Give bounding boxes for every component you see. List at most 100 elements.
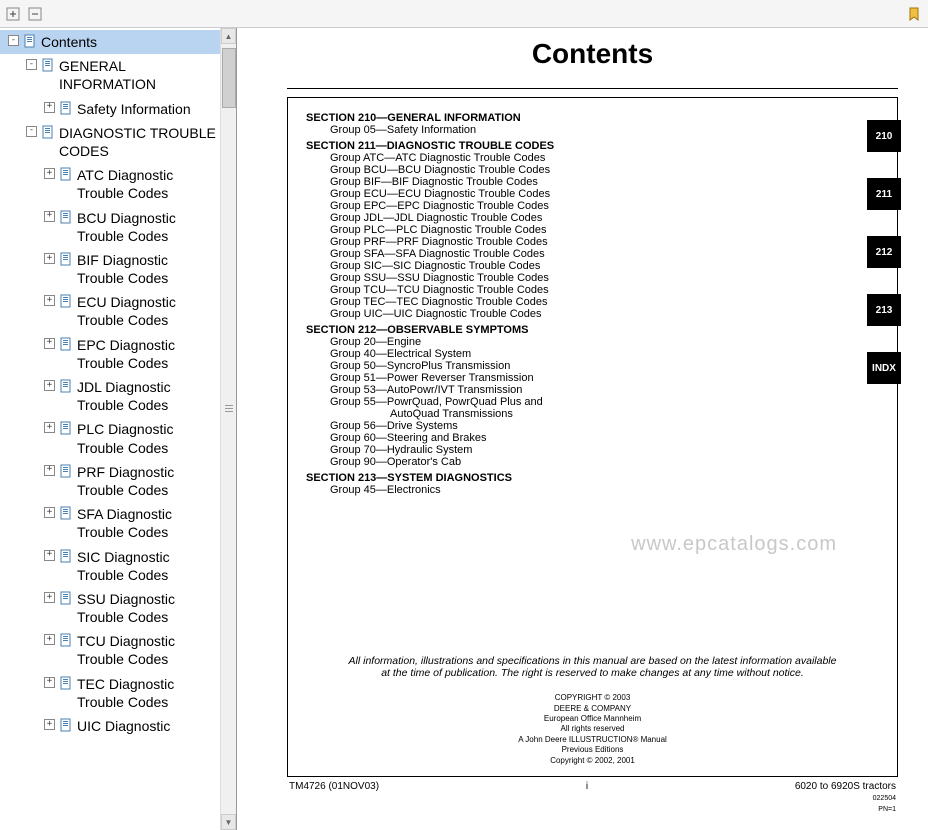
group-line: Group 56—Drive Systems xyxy=(306,420,879,432)
page-footer: TM4726 (01NOV03) i 6020 to 6920S tractor… xyxy=(287,781,898,814)
group-line: Group 70—Hydraulic System xyxy=(306,444,879,456)
group-line: Group 51—Power Reverser Transmission xyxy=(306,372,879,384)
tree-item[interactable]: +EPC Diagnostic Trouble Codes xyxy=(0,333,220,375)
copyright-line: Copyright © 2002, 2001 xyxy=(306,756,879,766)
collapse-icon[interactable]: - xyxy=(8,35,19,46)
expand-icon[interactable]: + xyxy=(44,295,55,306)
group-line: Group ATC—ATC Diagnostic Trouble Codes xyxy=(306,152,879,164)
scroll-up-arrow[interactable]: ▲ xyxy=(221,28,236,44)
document-icon xyxy=(59,421,73,435)
tree-item[interactable]: +SIC Diagnostic Trouble Codes xyxy=(0,545,220,587)
group-line: Group 20—Engine xyxy=(306,336,879,348)
expand-icon[interactable]: + xyxy=(44,634,55,645)
tree-item[interactable]: + TEC Diagnostic Trouble Codes xyxy=(0,672,220,714)
document-icon xyxy=(59,294,73,308)
sidebar: -Contents-GENERAL INFORMATION+Safety Inf… xyxy=(0,28,237,830)
sidebar-scrollbar[interactable]: ▲ ▼ xyxy=(220,28,236,830)
document-icon xyxy=(59,167,73,181)
tree-item-label: Contents xyxy=(41,33,97,51)
tree-item-label: GENERAL INFORMATION xyxy=(59,57,216,93)
tree-item[interactable]: +SFA Diagnostic Trouble Codes xyxy=(0,502,220,544)
document-icon xyxy=(59,464,73,478)
footer-right: 6020 to 6920S tractors 022504 PN=1 xyxy=(795,781,896,814)
group-line: AutoQuad Transmissions xyxy=(306,408,879,420)
expand-icon[interactable]: + xyxy=(44,550,55,561)
expand-icon[interactable]: + xyxy=(44,102,55,113)
group-line: Group 45—Electronics xyxy=(306,484,879,496)
section-tab-indx[interactable]: INDX xyxy=(867,352,901,384)
tree-item-label: JDL Diagnostic Trouble Codes xyxy=(77,378,216,414)
collapse-all-icon[interactable] xyxy=(26,5,44,23)
group-line: Group PRF—PRF Diagnostic Trouble Codes xyxy=(306,236,879,248)
tree-item[interactable]: - GENERAL INFORMATION xyxy=(0,54,220,96)
expand-icon[interactable]: + xyxy=(44,168,55,179)
expand-icon[interactable]: + xyxy=(44,211,55,222)
tree-item[interactable]: +PLC Diagnostic Trouble Codes xyxy=(0,417,220,459)
document-icon xyxy=(59,506,73,520)
expand-icon[interactable]: + xyxy=(44,338,55,349)
copyright-block: COPYRIGHT © 2003DEERE & COMPANYEuropean … xyxy=(306,693,879,766)
tree-item-label: TEC Diagnostic Trouble Codes xyxy=(77,675,216,711)
expand-icon[interactable]: + xyxy=(44,380,55,391)
tree-item[interactable]: + Safety Information xyxy=(0,97,220,121)
tree-item-label: TCU Diagnostic Trouble Codes xyxy=(77,632,216,668)
group-line: Group 05—Safety Information xyxy=(306,124,879,136)
expand-icon[interactable]: + xyxy=(44,677,55,688)
copyright-line: European Office Mannheim xyxy=(306,714,879,724)
group-line: Group 53—AutoPowr/IVT Transmission xyxy=(306,384,879,396)
collapse-icon[interactable]: - xyxy=(26,126,37,137)
copyright-line: A John Deere ILLUSTRUCTION® Manual xyxy=(306,735,879,745)
bookmarks-tree: -Contents-GENERAL INFORMATION+Safety Inf… xyxy=(0,28,220,830)
tree-item[interactable]: + TCU Diagnostic Trouble Codes xyxy=(0,629,220,671)
collapse-icon[interactable]: - xyxy=(26,59,37,70)
bookmark-options-icon[interactable] xyxy=(906,5,924,23)
document-icon xyxy=(59,591,73,605)
document-icon xyxy=(23,34,37,48)
scrollbar-thumb[interactable] xyxy=(222,48,236,108)
expand-icon[interactable]: + xyxy=(44,719,55,730)
tree-item[interactable]: +ECU Diagnostic Trouble Codes xyxy=(0,290,220,332)
section-tab-210[interactable]: 210 xyxy=(867,120,901,152)
expand-all-icon[interactable] xyxy=(4,5,22,23)
footer-center: i xyxy=(379,781,795,814)
section-heading: SECTION 212—OBSERVABLE SYMPTOMS xyxy=(306,324,879,336)
tree-item-label: BCU Diagnostic Trouble Codes xyxy=(77,209,216,245)
group-line: Group SIC—SIC Diagnostic Trouble Codes xyxy=(306,260,879,272)
expand-icon[interactable]: + xyxy=(44,253,55,264)
tree-item[interactable]: +SSU Diagnostic Trouble Codes xyxy=(0,587,220,629)
section-heading: SECTION 210—GENERAL INFORMATION xyxy=(306,112,879,124)
watermark: www.epcatalogs.com xyxy=(631,533,837,556)
page-body: SECTION 210—GENERAL INFORMATIONGroup 05—… xyxy=(287,97,898,777)
section-tab-211[interactable]: 211 xyxy=(867,178,901,210)
tree-item[interactable]: +ATC Diagnostic Trouble Codes xyxy=(0,163,220,205)
tree-item[interactable]: + BCU Diagnostic Trouble Codes xyxy=(0,206,220,248)
document-icon xyxy=(59,210,73,224)
tree-item[interactable]: +PRF Diagnostic Trouble Codes xyxy=(0,460,220,502)
tree-item-label: Safety Information xyxy=(77,100,191,118)
group-line: Group 55—PowrQuad, PowrQuad Plus and xyxy=(306,396,879,408)
tree-item[interactable]: + BIF Diagnostic Trouble Codes xyxy=(0,248,220,290)
expand-icon[interactable]: + xyxy=(44,465,55,476)
document-icon xyxy=(59,676,73,690)
tree-item[interactable]: - Contents xyxy=(0,30,220,54)
tree-item[interactable]: - DIAGNOSTIC TROUBLE CODES xyxy=(0,121,220,163)
page-area[interactable]: Contents SECTION 210—GENERAL INFORMATION… xyxy=(237,28,928,830)
group-line: Group SSU—SSU Diagnostic Trouble Codes xyxy=(306,272,879,284)
toolbar xyxy=(0,0,928,28)
expand-icon[interactable]: + xyxy=(44,507,55,518)
section-tab-212[interactable]: 212 xyxy=(867,236,901,268)
copyright-line: All rights reserved xyxy=(306,724,879,734)
tree-item-label: BIF Diagnostic Trouble Codes xyxy=(77,251,216,287)
group-line: Group EPC—EPC Diagnostic Trouble Codes xyxy=(306,200,879,212)
expand-icon[interactable]: + xyxy=(44,592,55,603)
tree-item[interactable]: + JDL Diagnostic Trouble Codes xyxy=(0,375,220,417)
expand-icon[interactable]: + xyxy=(44,422,55,433)
copyright-line: Previous Editions xyxy=(306,745,879,755)
section-tab-213[interactable]: 213 xyxy=(867,294,901,326)
group-line: Group 40—Electrical System xyxy=(306,348,879,360)
tree-item[interactable]: +UIC Diagnostic xyxy=(0,714,220,738)
footer-left: TM4726 (01NOV03) xyxy=(289,781,379,814)
scroll-down-arrow[interactable]: ▼ xyxy=(221,814,236,830)
tree-item-label: DIAGNOSTIC TROUBLE CODES xyxy=(59,124,216,160)
group-line: Group TEC—TEC Diagnostic Trouble Codes xyxy=(306,296,879,308)
